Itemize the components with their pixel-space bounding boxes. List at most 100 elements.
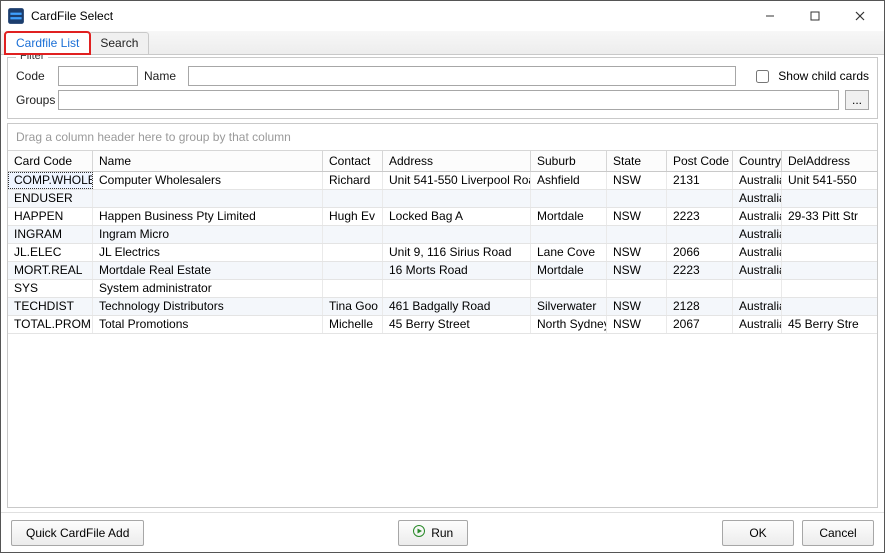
cell-suburb: Lane Cove (531, 244, 607, 261)
cell-state (607, 190, 667, 207)
table-row[interactable]: TOTAL.PROMTotal PromotionsMichelle45 Ber… (8, 316, 877, 334)
cell-cardcode: MORT.REAL (8, 262, 93, 279)
table-row[interactable]: TECHDISTTechnology DistributorsTina Goo4… (8, 298, 877, 316)
cell-name: System administrator (93, 280, 323, 297)
cell-contact: Hugh Ev (323, 208, 383, 225)
table-row[interactable]: JL.ELECJL ElectricsUnit 9, 116 Sirius Ro… (8, 244, 877, 262)
table-row[interactable]: INGRAMIngram MicroAustralia (8, 226, 877, 244)
cell-name: Mortdale Real Estate (93, 262, 323, 279)
code-input[interactable] (58, 66, 138, 86)
code-label: Code (16, 69, 52, 83)
cell-address: Unit 541-550 Liverpool Road (383, 172, 531, 189)
cell-state: NSW (607, 172, 667, 189)
groups-browse-button[interactable]: ... (845, 90, 869, 110)
groups-input[interactable] (58, 90, 839, 110)
col-header-cardcode[interactable]: Card Code (8, 151, 93, 171)
cell-contact (323, 280, 383, 297)
col-header-address[interactable]: Address (383, 151, 531, 171)
cell-country (733, 280, 782, 297)
cell-state: NSW (607, 208, 667, 225)
cell-name: Computer Wholesalers (93, 172, 323, 189)
cell-suburb: Ashfield (531, 172, 607, 189)
cell-deladdress (782, 244, 877, 261)
cell-deladdress: Unit 541-550 (782, 172, 877, 189)
grid-header: Card Code Name Contact Address Suburb St… (8, 151, 877, 172)
cell-postcode: 2066 (667, 244, 733, 261)
cell-postcode: 2131 (667, 172, 733, 189)
cell-cardcode: TOTAL.PROM (8, 316, 93, 333)
cell-contact (323, 244, 383, 261)
minimize-button[interactable] (747, 2, 792, 30)
tab-search[interactable]: Search (89, 32, 149, 54)
table-row[interactable]: ENDUSERAustralia (8, 190, 877, 208)
cell-contact: Tina Goo (323, 298, 383, 315)
table-row[interactable]: HAPPENHappen Business Pty LimitedHugh Ev… (8, 208, 877, 226)
name-label: Name (144, 69, 182, 83)
cell-contact (323, 226, 383, 243)
button-bar: Quick CardFile Add Run OK Cancel (1, 512, 884, 552)
close-button[interactable] (837, 2, 882, 30)
run-button-label: Run (431, 526, 453, 540)
quick-cardfile-add-button[interactable]: Quick CardFile Add (11, 520, 144, 546)
cell-suburb: Mortdale (531, 208, 607, 225)
cell-postcode (667, 280, 733, 297)
cell-suburb (531, 226, 607, 243)
window: CardFile Select Cardfile List Search Fil… (0, 0, 885, 553)
cell-postcode: 2128 (667, 298, 733, 315)
cell-state: NSW (607, 316, 667, 333)
cell-address (383, 280, 531, 297)
cell-state: NSW (607, 262, 667, 279)
table-row[interactable]: MORT.REALMortdale Real Estate 16 Morts Ro… (8, 262, 877, 280)
grid-body: COMP.WHOLEComputer WholesalersRichardUni… (8, 172, 877, 507)
cell-cardcode: JL.ELEC (8, 244, 93, 261)
cancel-button[interactable]: Cancel (802, 520, 874, 546)
cell-deladdress (782, 280, 877, 297)
col-header-country[interactable]: Country (733, 151, 782, 171)
cell-state: NSW (607, 244, 667, 261)
groups-label: Groups (16, 93, 52, 107)
cell-address: 16 Morts Road (383, 262, 531, 279)
col-header-state[interactable]: State (607, 151, 667, 171)
play-icon (413, 525, 425, 540)
cell-country: Australia (733, 226, 782, 243)
cell-contact: Michelle (323, 316, 383, 333)
cell-suburb: Mortdale (531, 262, 607, 279)
cell-contact (323, 190, 383, 207)
cell-name: Ingram Micro (93, 226, 323, 243)
cell-postcode: 2223 (667, 208, 733, 225)
col-header-deladdress[interactable]: DelAddress (782, 151, 877, 171)
run-button[interactable]: Run (398, 520, 468, 546)
cell-country: Australia (733, 244, 782, 261)
cell-state: NSW (607, 298, 667, 315)
cell-state (607, 280, 667, 297)
cell-address: 461 Badgally Road (383, 298, 531, 315)
cell-deladdress: 29-33 Pitt Str (782, 208, 877, 225)
name-input[interactable] (188, 66, 736, 86)
maximize-button[interactable] (792, 2, 837, 30)
cell-contact (323, 262, 383, 279)
cell-address: Locked Bag A (383, 208, 531, 225)
tab-cardfile-list[interactable]: Cardfile List (5, 32, 90, 54)
window-title: CardFile Select (31, 9, 113, 23)
col-header-name[interactable]: Name (93, 151, 323, 171)
show-child-checkbox-wrap[interactable]: Show child cards (752, 67, 869, 86)
cell-state (607, 226, 667, 243)
col-header-suburb[interactable]: Suburb (531, 151, 607, 171)
col-header-contact[interactable]: Contact (323, 151, 383, 171)
ok-button[interactable]: OK (722, 520, 794, 546)
table-row[interactable]: SYSSystem administrator (8, 280, 877, 298)
cell-name (93, 190, 323, 207)
table-row[interactable]: COMP.WHOLEComputer WholesalersRichardUni… (8, 172, 877, 190)
cell-suburb: Silverwater (531, 298, 607, 315)
cell-cardcode: TECHDIST (8, 298, 93, 315)
cell-name: JL Electrics (93, 244, 323, 261)
group-by-bar[interactable]: Drag a column header here to group by th… (8, 124, 877, 151)
filter-group: Filter Code Name Show child cards Groups… (7, 57, 878, 119)
col-header-postcode[interactable]: Post Code (667, 151, 733, 171)
show-child-checkbox[interactable] (756, 70, 769, 83)
cell-name: Happen Business Pty Limited (93, 208, 323, 225)
cell-postcode: 2223 (667, 262, 733, 279)
cell-cardcode: SYS (8, 280, 93, 297)
cell-deladdress (782, 190, 877, 207)
title-bar: CardFile Select (1, 1, 884, 31)
